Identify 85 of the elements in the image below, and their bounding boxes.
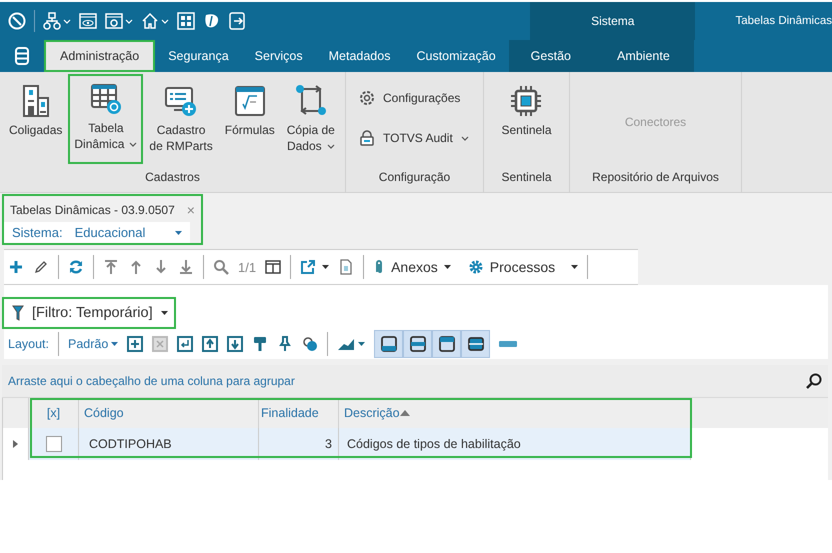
move-down-icon[interactable] [227, 336, 244, 352]
move-up-icon[interactable] [202, 336, 218, 352]
view-toggle[interactable] [403, 330, 432, 358]
menu-tab[interactable]: Metadados [316, 40, 404, 72]
monitor-add-icon [164, 84, 198, 118]
processes-button[interactable]: Processos [468, 259, 578, 275]
panel-split-icon [468, 336, 484, 352]
sort-ascending-icon[interactable] [400, 410, 410, 416]
menu-tab[interactable]: Segurança [155, 40, 242, 72]
caret-icon[interactable] [160, 311, 168, 315]
view-toggle[interactable] [432, 330, 462, 358]
caret-icon[interactable] [322, 265, 330, 269]
table-refresh-icon [88, 82, 123, 116]
pencil-icon[interactable] [33, 259, 49, 275]
filter-dropdown[interactable]: [Filtro: Temporário] [2, 297, 176, 329]
group-title: Configuração [378, 170, 452, 186]
caret-icon[interactable] [444, 265, 451, 269]
menu-icon[interactable] [14, 47, 30, 65]
ribbon-button[interactable]: TOTVS Audit [357, 124, 471, 152]
page-counter: 1/1 [238, 260, 256, 274]
exit-icon[interactable] [229, 12, 247, 30]
copy-arrows-icon [294, 84, 328, 118]
columns-icon[interactable] [265, 259, 282, 275]
area-chart-icon [337, 338, 356, 350]
buildings-icon [20, 84, 51, 118]
home-icon[interactable] [141, 12, 159, 30]
table-cell: 3 [325, 437, 332, 451]
chevron-icon[interactable] [129, 142, 138, 148]
checkbox[interactable] [46, 436, 62, 452]
ribbon-button[interactable]: Tabela Dinâmica [68, 74, 144, 164]
chart-dropdown[interactable] [337, 338, 366, 350]
document-tab[interactable]: Tabelas Dinâmicas - 03.9.0507 [10, 203, 175, 217]
add-column-icon[interactable] [127, 336, 144, 352]
table-cell: Códigos de tipos de habilitação [347, 437, 521, 451]
view-toggle[interactable] [461, 330, 490, 358]
ribbon-button[interactable]: Configurações [357, 84, 471, 112]
gear-icon [359, 90, 375, 106]
export-icon[interactable] [300, 259, 316, 275]
refresh-window-icon[interactable] [105, 12, 123, 30]
attachments-button[interactable]: Anexos [373, 259, 451, 275]
filter-icon [12, 305, 24, 321]
menu-tab[interactable]: Administração [44, 40, 156, 72]
wrap-icon[interactable] [177, 336, 194, 352]
chip-icon [509, 84, 544, 118]
ribbon-button[interactable]: Coligadas [3, 76, 68, 170]
contextual-group-title: Sistema [530, 2, 696, 40]
ribbon-button[interactable]: Cadastro de RMParts [143, 76, 219, 170]
table-cell: CODTIPOHAB [89, 437, 172, 451]
panel-top-icon [438, 336, 455, 352]
view-toggle[interactable] [374, 330, 404, 358]
menu-tab[interactable]: Serviços [242, 40, 316, 72]
group-by-hint: Arraste aqui o cabeçalho de uma coluna para agrupar [8, 374, 295, 388]
gear-icon [468, 259, 484, 275]
last-record-icon[interactable] [178, 259, 194, 275]
first-record-icon[interactable] [103, 259, 119, 275]
eye-window-icon[interactable] [79, 12, 97, 30]
refresh-icon[interactable] [68, 259, 84, 275]
system-dropdown[interactable]: Educacional [74, 225, 182, 240]
caret-icon[interactable] [358, 342, 366, 346]
hierarchy-icon[interactable] [43, 12, 61, 30]
row-indicator-icon [13, 440, 18, 448]
group-title: Sentinela [500, 170, 553, 186]
chevron-icon[interactable] [460, 136, 469, 140]
group-title: Repositório de Arquivos [591, 170, 720, 186]
pin-icon[interactable] [277, 336, 294, 352]
layout-label: Layout: [8, 337, 50, 351]
document-icon[interactable] [338, 259, 354, 275]
system-label: Sistema: [12, 225, 63, 240]
caret-icon[interactable] [571, 265, 578, 269]
ribbon-button[interactable]: Cópia de Dados [280, 76, 341, 170]
lock-icon [359, 130, 375, 146]
formula-window-icon [232, 84, 267, 118]
search-icon[interactable] [806, 373, 822, 389]
menu-tab[interactable]: Customização [403, 40, 509, 72]
grid-icon[interactable] [177, 12, 195, 30]
ribbon-button[interactable]: Sentinela [495, 76, 558, 170]
chevron-icon[interactable] [326, 144, 335, 150]
panel-middle-icon [410, 336, 426, 352]
add-icon[interactable] [8, 259, 24, 275]
layout-preset-dropdown[interactable]: Padrão [68, 337, 118, 351]
panel-bottom-icon [380, 336, 397, 352]
shapes-icon[interactable] [302, 336, 318, 352]
window-title: Tabelas Dinâmicas [734, 15, 832, 27]
group-title: Cadastros [144, 170, 201, 186]
ribbon-button[interactable]: Fórmulas [218, 76, 281, 170]
